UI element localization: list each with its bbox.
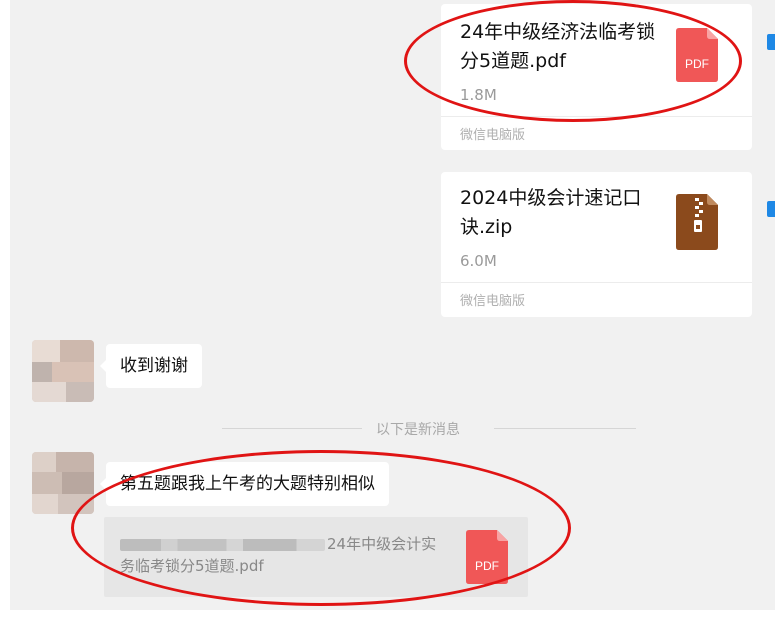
file-message-zip[interactable]: 2024中级会计速记口诀.zip 6.0M 微信电脑版: [441, 172, 752, 317]
zip-icon: [676, 194, 718, 250]
pdf-icon-label: PDF: [475, 559, 499, 573]
avatar[interactable]: [32, 340, 94, 402]
message-bubble[interactable]: 第五题跟我上午考的大题特别相似: [100, 462, 389, 506]
file-size: 1.8M: [460, 86, 497, 104]
scroll-edge-marker: [767, 34, 775, 50]
file-source: 微信电脑版: [460, 294, 526, 309]
file-source: 微信电脑版: [460, 128, 526, 143]
pdf-icon-label: PDF: [685, 57, 709, 71]
pdf-icon: PDF: [676, 28, 718, 82]
new-messages-label: 以下是新消息: [376, 422, 460, 438]
pdf-icon: PDF: [466, 530, 508, 584]
message-bubble[interactable]: 收到谢谢: [100, 344, 202, 388]
file-name: 24年中级经济法临考锁分5道题.pdf: [460, 21, 656, 72]
scroll-edge-marker: [767, 201, 775, 217]
file-size: 6.0M: [460, 252, 497, 270]
file-name: 2024中级会计速记口诀.zip: [460, 187, 642, 238]
divider-line-right: [494, 428, 636, 429]
redacted-name: [120, 538, 325, 551]
quoted-file-message[interactable]: 24年中级会计实务临考锁分5道题.pdf PDF: [104, 517, 528, 597]
quoted-file-text: 24年中级会计实务临考锁分5道题.pdf: [120, 533, 440, 577]
avatar[interactable]: [32, 452, 94, 514]
divider-line-left: [222, 428, 362, 429]
card-divider: [441, 282, 752, 283]
card-divider: [441, 116, 752, 117]
file-message-pdf[interactable]: 24年中级经济法临考锁分5道题.pdf 1.8M 微信电脑版 PDF: [441, 4, 752, 150]
